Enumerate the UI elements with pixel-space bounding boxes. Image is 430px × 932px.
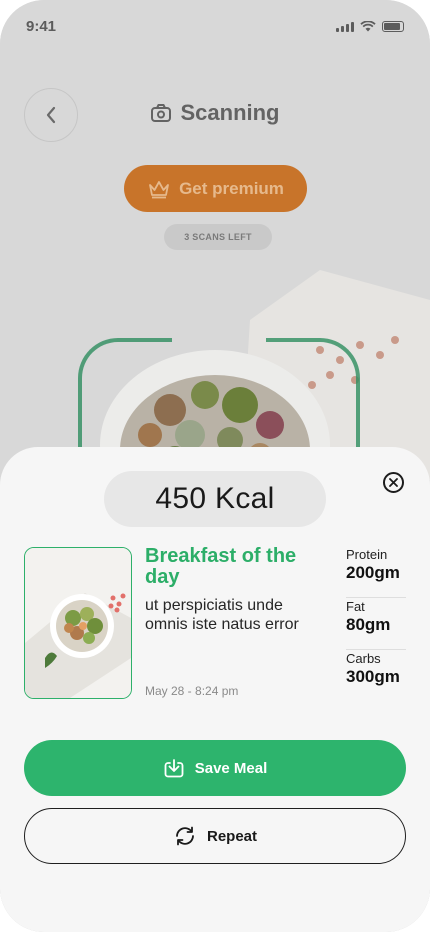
macro-value: 300gm bbox=[346, 667, 400, 686]
repeat-button[interactable]: Repeat bbox=[24, 808, 406, 864]
status-bar: 9:41 bbox=[26, 18, 404, 38]
camera-icon bbox=[151, 104, 172, 122]
wifi-icon bbox=[360, 21, 376, 32]
signal-icon bbox=[336, 22, 354, 32]
scan-frame-left-corner bbox=[78, 338, 172, 462]
battery-icon bbox=[382, 21, 404, 32]
repeat-label: Repeat bbox=[206, 827, 258, 845]
scan-result-sheet: 450 Kcal Breakfast of the day ut perspic… bbox=[0, 447, 430, 932]
meal-description: ut perspiciatis unde omnis iste natus er… bbox=[145, 597, 299, 633]
macro-fat: Fat 80gm bbox=[346, 598, 406, 650]
macro-carbs: Carbs 300gm bbox=[346, 650, 406, 702]
repeat-icon bbox=[176, 826, 194, 846]
macro-label: Protein bbox=[346, 547, 388, 562]
get-premium-label: Get premium bbox=[179, 178, 284, 198]
salad-image bbox=[25, 548, 131, 698]
status-icons bbox=[336, 21, 404, 32]
macro-value: 80gm bbox=[346, 615, 391, 634]
page-title: Scanning bbox=[0, 100, 430, 126]
scan-frame-right-corner bbox=[266, 338, 360, 462]
macro-protein: Protein 200gm bbox=[346, 546, 406, 598]
macro-label: Fat bbox=[346, 599, 365, 614]
page-title-text: Scanning bbox=[180, 100, 280, 125]
save-meal-label: Save Meal bbox=[194, 759, 268, 777]
macro-value: 200gm bbox=[346, 563, 400, 582]
scans-left-badge: 3 SCANS LEFT bbox=[164, 224, 272, 250]
meal-timestamp: May 28 - 8:24 pm bbox=[145, 684, 239, 698]
crown-icon bbox=[149, 180, 169, 198]
save-meal-button[interactable]: Save Meal bbox=[24, 740, 406, 796]
meal-title: Breakfast of the day bbox=[145, 545, 297, 588]
close-button[interactable] bbox=[383, 472, 404, 493]
app-screen: 9:41 Scanning Get premium 3 SCANS LEFT 4… bbox=[0, 0, 430, 932]
meal-thumbnail bbox=[24, 547, 132, 699]
get-premium-button[interactable]: Get premium bbox=[124, 165, 307, 212]
download-icon bbox=[164, 759, 184, 778]
macros-list: Protein 200gm Fat 80gm Carbs 300gm bbox=[346, 546, 406, 702]
calories-badge: 450 Kcal bbox=[104, 471, 326, 527]
close-icon bbox=[389, 478, 398, 487]
status-time: 9:41 bbox=[26, 18, 57, 35]
macro-label: Carbs bbox=[346, 651, 381, 666]
